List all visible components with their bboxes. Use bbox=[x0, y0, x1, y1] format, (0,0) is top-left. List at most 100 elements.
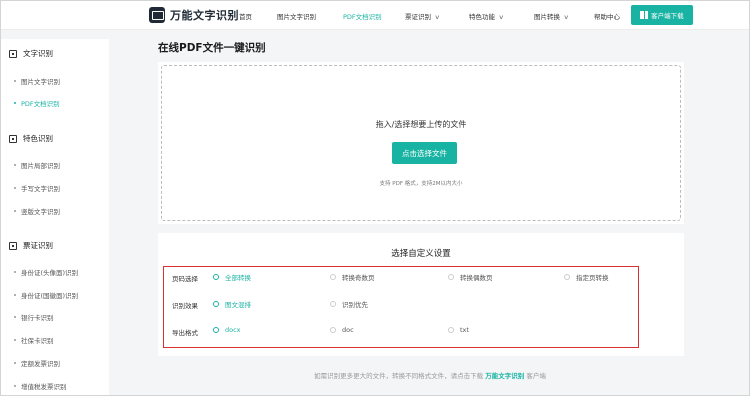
sidebar-item-label: 社保卡识别 bbox=[21, 337, 54, 345]
sidebar-group-ticket-ocr: 票证识别 bbox=[9, 240, 53, 251]
sidebar-group-title: 特色识别 bbox=[23, 134, 53, 143]
option-specific-pages[interactable]: 指定页转换 bbox=[564, 272, 609, 282]
option-label: 指定页转换 bbox=[576, 274, 609, 282]
sidebar-item-label: 增值税发票识别 bbox=[21, 383, 67, 391]
logo-text: 万能文字识别 bbox=[170, 9, 239, 22]
option-even-pages[interactable]: 转换偶数页 bbox=[448, 272, 493, 282]
client-download-label: 客户端下载 bbox=[651, 12, 684, 20]
sidebar-item-vertical-ocr[interactable]: 竖版文字识别 bbox=[14, 206, 60, 216]
bullet-icon bbox=[14, 271, 16, 273]
chevron-down-icon: ∨ bbox=[498, 14, 505, 21]
page-title: 在线PDF文件一键识别 bbox=[158, 42, 266, 54]
option-label: 识别优先 bbox=[342, 301, 368, 309]
sidebar-item-bank-card-ocr[interactable]: 银行卡识别 bbox=[14, 312, 54, 322]
radio-icon bbox=[330, 327, 336, 333]
sidebar-item-label: 手写文字识别 bbox=[21, 185, 60, 193]
radio-icon bbox=[448, 274, 454, 280]
page-range-label: 页码选择 bbox=[172, 275, 198, 283]
nav-special-features-label: 特色功能 bbox=[469, 13, 495, 21]
nav-image-convert[interactable]: 图片转换 ∨ bbox=[534, 11, 570, 21]
sidebar-group-special-ocr: 特色识别 bbox=[9, 133, 53, 144]
nav-home[interactable]: 首页 bbox=[239, 11, 252, 21]
bullet-icon bbox=[14, 210, 16, 212]
sidebar-item-handwriting-ocr[interactable]: 手写文字识别 bbox=[14, 183, 60, 193]
upload-card: 拖入/选择想要上传的文件 点击选择文件 支持 PDF 格式，支持2M以内大小 bbox=[158, 62, 684, 224]
nav-ticket-ocr-label: 票证识别 bbox=[405, 13, 431, 21]
sidebar-item-label: 定额发票识别 bbox=[21, 360, 60, 368]
export-format-label: 导出格式 bbox=[172, 329, 198, 337]
sidebar-item-label: 身份证(头像面)识别 bbox=[21, 269, 79, 277]
settings-options-box: 页码选择 全部转换 转换奇数页 转换偶数页 指定页转换 识别效果 图文混排 识别… bbox=[163, 266, 639, 348]
sidebar-group-title: 文字识别 bbox=[23, 49, 53, 58]
scan-icon bbox=[9, 241, 17, 250]
sidebar: 文字识别 图片文字识别 PDF文档识别 特色识别 图片局部识别 手写文字识别 竖… bbox=[1, 39, 109, 395]
nav-special-features[interactable]: 特色功能 ∨ bbox=[469, 11, 505, 21]
option-label: docx bbox=[225, 326, 241, 334]
scan-icon bbox=[9, 49, 17, 58]
sidebar-item-partial-ocr[interactable]: 图片局部识别 bbox=[14, 160, 60, 170]
bullet-icon bbox=[14, 187, 16, 189]
top-header: 万能文字识别 首页 图片文字识别 PDF文档识别 票证识别 ∨ 特色功能 ∨ 图片转… bbox=[1, 1, 749, 30]
logo[interactable]: 万能文字识别 bbox=[149, 7, 239, 23]
option-docx[interactable]: docx bbox=[213, 326, 241, 334]
bullet-icon bbox=[14, 80, 16, 82]
radio-icon bbox=[213, 301, 219, 307]
scan-icon bbox=[9, 134, 17, 143]
settings-card: 选择自定义设置 页码选择 全部转换 转换奇数页 转换偶数页 指定页转换 识别效果… bbox=[158, 233, 684, 356]
sidebar-item-label: 银行卡识别 bbox=[21, 314, 54, 322]
nav-pdf-ocr[interactable]: PDF文档识别 bbox=[343, 11, 382, 21]
option-odd-pages[interactable]: 转换奇数页 bbox=[330, 272, 375, 282]
bullet-icon bbox=[14, 164, 16, 166]
option-mixed-layout[interactable]: 图文混排 bbox=[213, 299, 251, 309]
nav-ticket-ocr[interactable]: 票证识别 ∨ bbox=[405, 11, 441, 21]
choose-file-button[interactable]: 点击选择文件 bbox=[392, 142, 457, 164]
option-all-pages[interactable]: 全部转换 bbox=[213, 272, 251, 282]
sidebar-item-label: PDF文档识别 bbox=[21, 100, 60, 108]
sidebar-item-social-card-ocr[interactable]: 社保卡识别 bbox=[14, 335, 54, 345]
option-label: 转换奇数页 bbox=[342, 274, 375, 282]
nav-image-ocr[interactable]: 图片文字识别 bbox=[277, 11, 316, 21]
bullet-icon bbox=[14, 294, 16, 296]
radio-icon bbox=[564, 274, 570, 280]
option-txt[interactable]: txt bbox=[448, 326, 469, 334]
bullet-icon bbox=[14, 339, 16, 341]
settings-title: 选择自定义设置 bbox=[391, 249, 451, 259]
footer-download-link[interactable]: 万能文字识别 bbox=[485, 372, 524, 380]
radio-icon bbox=[213, 274, 219, 280]
option-label: doc bbox=[342, 326, 354, 334]
sidebar-item-id-back-ocr[interactable]: 身份证(国徽面)识别 bbox=[14, 290, 78, 300]
footer-suffix: 客户端 bbox=[526, 372, 546, 380]
recognition-mode-label: 识别效果 bbox=[172, 302, 198, 310]
chevron-down-icon: ∨ bbox=[434, 14, 441, 21]
sidebar-item-image-ocr[interactable]: 图片文字识别 bbox=[14, 76, 60, 86]
radio-icon bbox=[330, 301, 336, 307]
bullet-icon bbox=[14, 316, 16, 318]
option-label: 转换偶数页 bbox=[460, 274, 493, 282]
nav-help-center[interactable]: 帮助中心 bbox=[594, 11, 620, 21]
option-label: txt bbox=[460, 326, 469, 334]
option-doc[interactable]: doc bbox=[330, 326, 354, 334]
bullet-icon bbox=[14, 362, 16, 364]
sidebar-item-vat-invoice-ocr[interactable]: 增值税发票识别 bbox=[14, 381, 67, 391]
sidebar-item-pdf-ocr[interactable]: PDF文档识别 bbox=[14, 98, 60, 108]
sidebar-group-title: 票证识别 bbox=[23, 241, 53, 250]
footer-note: 如需识别更多更大的文件，转换不同格式文件，请点击下载 万能文字识别 客户端 bbox=[109, 370, 749, 380]
option-recognition-first[interactable]: 识别优先 bbox=[330, 299, 368, 309]
sidebar-group-text-ocr: 文字识别 bbox=[9, 48, 53, 59]
nav-image-convert-label: 图片转换 bbox=[534, 13, 560, 21]
windows-icon bbox=[640, 11, 649, 19]
option-label: 图文混排 bbox=[225, 301, 251, 309]
bullet-icon bbox=[14, 385, 16, 387]
sidebar-item-label: 图片文字识别 bbox=[21, 78, 60, 86]
drop-prompt: 拖入/选择想要上传的文件 bbox=[375, 120, 467, 129]
client-download-button[interactable]: 客户端下载 bbox=[631, 5, 693, 25]
scanner-logo-icon bbox=[149, 7, 165, 23]
bullet-icon bbox=[14, 102, 16, 104]
file-dropzone[interactable]: 拖入/选择想要上传的文件 点击选择文件 支持 PDF 格式，支持2M以内大小 bbox=[161, 65, 681, 221]
footer-prefix: 如需识别更多更大的文件，转换不同格式文件，请点击下载 bbox=[314, 372, 484, 380]
sidebar-item-id-front-ocr[interactable]: 身份证(头像面)识别 bbox=[14, 267, 78, 277]
sidebar-item-label: 竖版文字识别 bbox=[21, 208, 60, 216]
app-window: 万能文字识别 首页 图片文字识别 PDF文档识别 票证识别 ∨ 特色功能 ∨ 图片转… bbox=[0, 0, 750, 396]
sidebar-item-quota-invoice-ocr[interactable]: 定额发票识别 bbox=[14, 358, 60, 368]
chevron-down-icon: ∨ bbox=[563, 14, 570, 21]
